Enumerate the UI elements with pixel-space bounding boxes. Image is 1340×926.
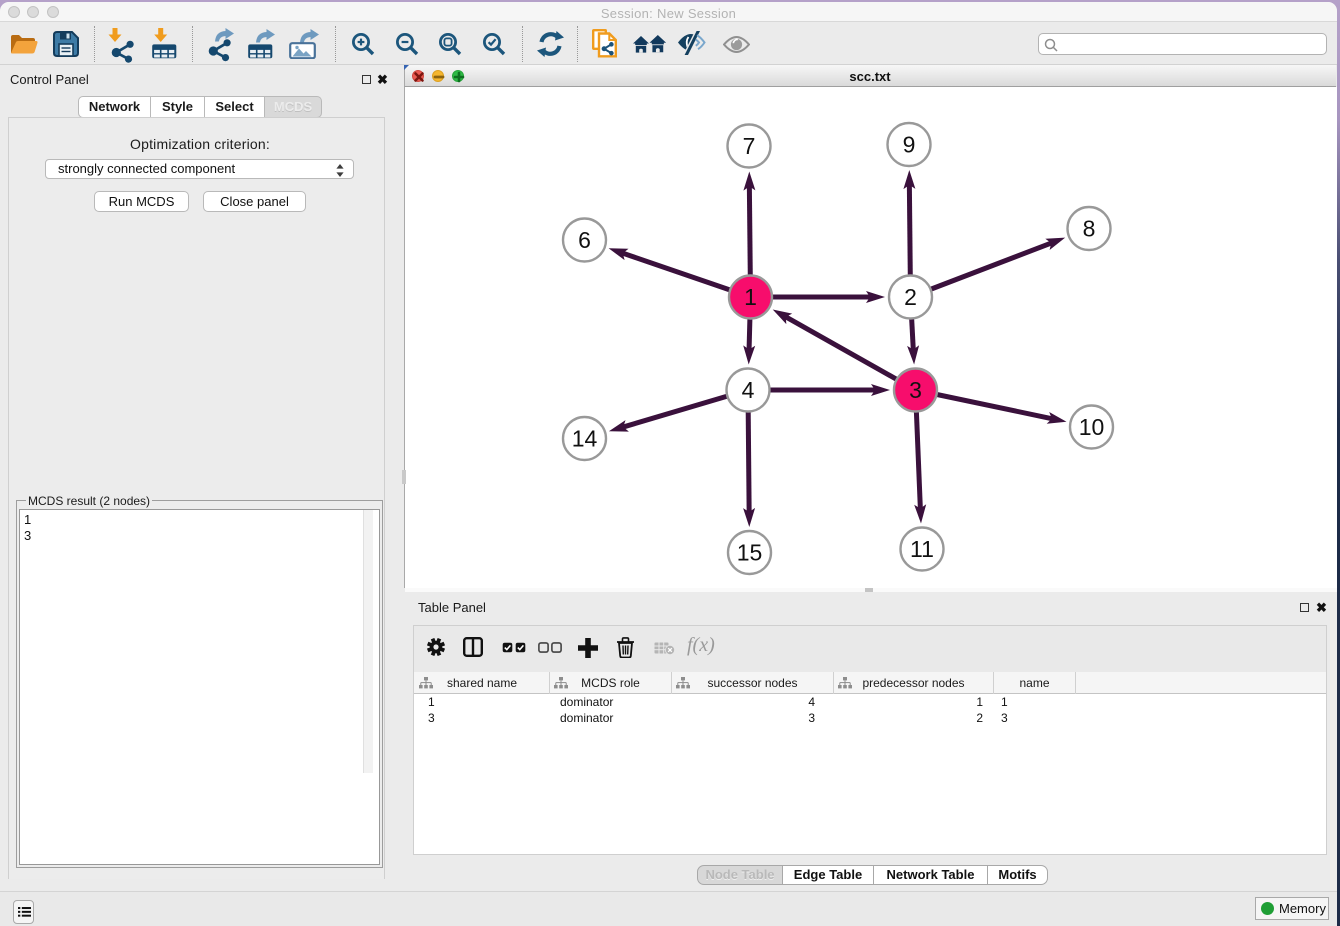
svg-text:2: 2	[904, 284, 917, 310]
svg-text:15: 15	[737, 540, 763, 566]
svg-text:9: 9	[903, 132, 916, 158]
svg-text:10: 10	[1079, 414, 1105, 440]
svg-text:8: 8	[1083, 216, 1096, 242]
svg-text:6: 6	[578, 227, 591, 253]
svg-text:7: 7	[743, 133, 756, 159]
svg-text:14: 14	[572, 426, 598, 452]
svg-text:4: 4	[742, 377, 755, 403]
svg-text:11: 11	[910, 536, 934, 562]
svg-text:1: 1	[744, 284, 757, 310]
svg-text:3: 3	[909, 377, 922, 403]
